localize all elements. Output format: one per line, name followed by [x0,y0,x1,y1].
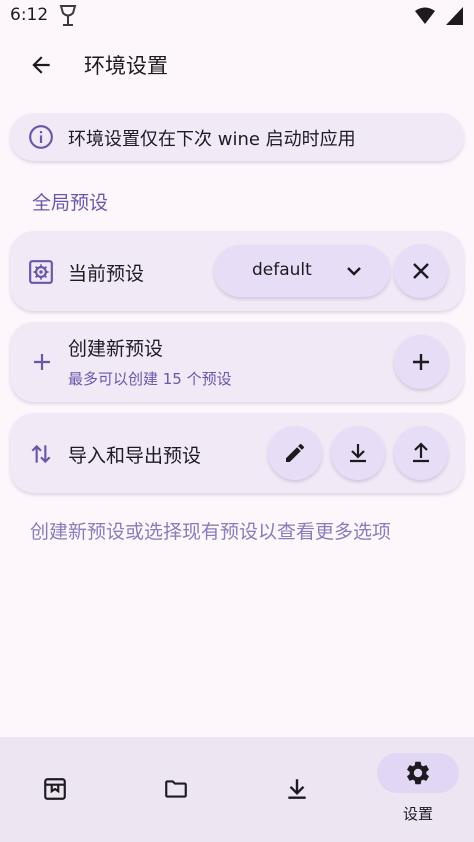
status-time: 6:12 [10,5,49,25]
back-button[interactable] [20,44,62,86]
nav-item-games[interactable] [14,767,96,842]
preset-hint-text: 创建新预设或选择现有预设以查看更多选项 [30,521,392,543]
pencil-icon [286,443,305,462]
download-icon [288,779,306,799]
export-preset-button[interactable] [394,426,448,480]
info-banner-text: 环境设置仅在下次 wine 启动时应用 [68,129,356,150]
settings-box-icon [29,260,53,284]
archive-box-icon [44,778,66,800]
wifi-icon [415,7,435,24]
preset-dropdown-value: default [252,260,312,280]
nav-pill-active [377,753,459,793]
folder-icon [165,780,187,798]
nav-label-settings: 设置 [402,805,433,823]
chevron-down-icon [347,267,361,276]
create-preset-subtitle: 最多可以创建 15 个预设 [68,370,232,388]
import-export-card: 导入和导出预设 [10,413,464,493]
arrow-left-icon [32,56,50,74]
import-preset-button[interactable] [331,426,385,480]
create-preset-button[interactable] [394,335,448,389]
top-app-bar: 环境设置 [0,38,474,92]
nav-pill [135,769,217,809]
battery-icon [446,7,463,25]
app-screen: 6:12 环境设置 环境设置仅在下次 wine 启动时应用 全局预设 当前预设 … [0,0,474,842]
plus-icon [34,354,50,370]
nav-pill [256,769,338,809]
current-preset-label: 当前预设 [68,263,145,285]
gear-icon [407,761,429,785]
section-title-global-presets: 全局预设 [32,192,109,214]
upload-icon [413,442,429,463]
bottom-navigation: 设置 [0,737,474,842]
wine-glass-icon [59,5,77,26]
status-bar: 6:12 [0,0,474,32]
nav-item-files[interactable] [135,767,217,842]
swap-vertical-icon [31,444,51,464]
import-export-label: 导入和导出预设 [68,445,202,467]
current-preset-card: 当前预设 default [10,231,464,311]
download-icon [350,444,366,463]
page-title: 环境设置 [84,54,168,78]
create-preset-card: 创建新预设 最多可以创建 15 个预设 [10,322,464,402]
preset-dropdown[interactable]: default [214,245,390,297]
nav-pill [14,769,96,809]
edit-preset-button[interactable] [268,426,322,480]
create-preset-title: 创建新预设 [68,338,164,360]
plus-icon [413,354,429,370]
clear-preset-button[interactable] [394,244,448,298]
close-icon [413,263,429,279]
info-banner: 环境设置仅在下次 wine 启动时应用 [10,113,464,161]
info-icon [29,125,53,149]
nav-item-settings[interactable]: 设置 [377,751,459,835]
nav-item-downloads[interactable] [256,767,338,842]
